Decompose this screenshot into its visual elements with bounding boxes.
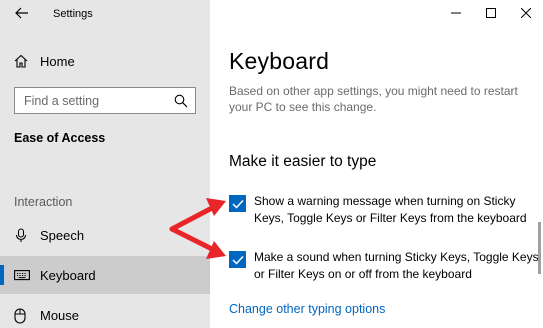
- group-label: Interaction: [14, 195, 73, 209]
- sidebar-item-label: Keyboard: [40, 268, 96, 283]
- checkmark-icon: [231, 255, 244, 265]
- search-placeholder: Find a setting: [24, 94, 100, 108]
- maximize-icon: [485, 5, 496, 23]
- sidebar-item-mouse[interactable]: Mouse: [0, 296, 210, 328]
- sidebar-item-label: Speech: [40, 228, 85, 243]
- sidebar-item-speech[interactable]: Speech: [0, 216, 210, 254]
- minimize-button[interactable]: [438, 0, 473, 28]
- minimize-icon: [450, 5, 461, 23]
- change-typing-options-link[interactable]: Change other typing options: [229, 302, 385, 316]
- page-title: Keyboard: [229, 48, 330, 74]
- sound-label: Make a sound when turning Sticky Keys, T…: [254, 250, 539, 281]
- sidebar-item-keyboard[interactable]: Keyboard: [0, 256, 210, 294]
- sidebar: Settings Home Find a setting Ease of Acc…: [0, 0, 210, 328]
- maximize-button[interactable]: [473, 0, 508, 28]
- section-title: Ease of Access: [14, 131, 106, 145]
- scrollbar[interactable]: [538, 222, 541, 274]
- microphone-icon: [14, 228, 28, 248]
- section-heading: Make it easier to type: [229, 153, 377, 170]
- search-input[interactable]: Find a setting: [14, 87, 196, 114]
- home-label: Home: [40, 54, 75, 69]
- close-button[interactable]: [508, 0, 543, 28]
- warning-message-checkbox[interactable]: [229, 195, 246, 212]
- info-text: Based on other app settings, you might n…: [229, 84, 518, 114]
- back-arrow-icon: [15, 6, 29, 24]
- warning-message-label: Show a warning message when turning on S…: [254, 194, 527, 225]
- close-icon: [520, 5, 531, 23]
- search-icon[interactable]: [174, 94, 188, 113]
- sound-checkbox[interactable]: [229, 251, 246, 268]
- mouse-icon: [14, 308, 26, 328]
- main-panel: Keyboard Based on other app settings, yo…: [210, 0, 543, 328]
- window-title: Settings: [53, 8, 93, 20]
- sidebar-item-home[interactable]: Home: [0, 46, 210, 76]
- checkmark-icon: [231, 199, 244, 209]
- sidebar-item-label: Mouse: [40, 308, 80, 323]
- home-icon: [14, 54, 28, 73]
- window-controls: [438, 0, 543, 30]
- back-button[interactable]: [8, 4, 36, 26]
- keyboard-icon: [14, 268, 30, 286]
